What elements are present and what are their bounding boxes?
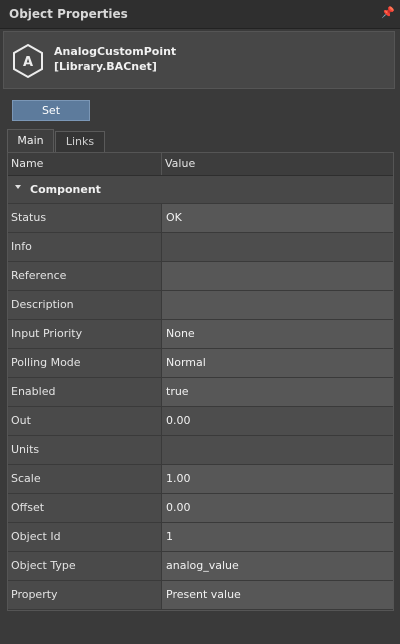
property-row[interactable]: Scale 1.00 — [8, 465, 393, 494]
property-row[interactable]: Status OK — [8, 204, 393, 233]
column-header-value[interactable]: Value — [165, 157, 195, 170]
property-row[interactable]: Input Priority None — [8, 320, 393, 349]
property-name: Units — [8, 436, 161, 464]
property-row[interactable]: Object Id 1 — [8, 523, 393, 552]
property-value[interactable]: true — [161, 378, 393, 406]
panel-titlebar: Object Properties 📌 — [0, 0, 400, 29]
property-name: Description — [8, 291, 161, 319]
property-value[interactable] — [161, 436, 393, 464]
property-name: Out — [8, 407, 161, 435]
property-value[interactable] — [161, 291, 393, 319]
property-name: Polling Mode — [8, 349, 161, 377]
property-value[interactable]: OK — [161, 204, 393, 232]
tab-main[interactable]: Main — [7, 129, 54, 152]
property-value[interactable]: 0.00 — [161, 407, 393, 435]
property-name: Property — [8, 581, 161, 609]
property-name: Offset — [8, 494, 161, 522]
property-value[interactable]: 1.00 — [161, 465, 393, 493]
property-row[interactable]: Offset 0.00 — [8, 494, 393, 523]
property-row[interactable]: Property Present value — [8, 581, 393, 610]
property-row[interactable]: Info — [8, 233, 393, 262]
property-row[interactable]: Object Type analog_value — [8, 552, 393, 581]
property-name: Object Id — [8, 523, 161, 551]
object-name: AnalogCustomPoint [Library.BACnet] — [54, 44, 176, 74]
property-row[interactable]: Units — [8, 436, 393, 465]
property-row[interactable]: Out 0.00 — [8, 407, 393, 436]
property-name: Object Type — [8, 552, 161, 580]
property-value[interactable]: 0.00 — [161, 494, 393, 522]
analog-point-icon-letter: A — [23, 55, 33, 70]
property-name: Enabled — [8, 378, 161, 406]
property-row[interactable]: Enabled true — [8, 378, 393, 407]
property-name: Scale — [8, 465, 161, 493]
property-name: Reference — [8, 262, 161, 290]
tab-links[interactable]: Links — [55, 131, 105, 152]
property-grid: Name Value Component Status OK Info Refer… — [7, 152, 394, 611]
column-divider[interactable] — [161, 153, 162, 175]
property-value[interactable]: Normal — [161, 349, 393, 377]
property-value[interactable]: Present value — [161, 581, 393, 609]
set-button[interactable]: Set — [12, 100, 90, 121]
property-value[interactable] — [161, 262, 393, 290]
property-value[interactable]: analog_value — [161, 552, 393, 580]
property-row[interactable]: Reference — [8, 262, 393, 291]
column-header-name[interactable]: Name — [11, 157, 43, 170]
property-name: Status — [8, 204, 161, 232]
property-row[interactable]: Polling Mode Normal — [8, 349, 393, 378]
group-row-component[interactable]: Component — [8, 176, 393, 204]
property-value[interactable]: 1 — [161, 523, 393, 551]
group-label: Component — [30, 183, 101, 196]
grid-header: Name Value — [8, 153, 393, 176]
property-rows: Status OK Info Reference Description Inpu… — [8, 204, 393, 610]
property-name: Input Priority — [8, 320, 161, 348]
panel-title: Object Properties — [9, 7, 128, 21]
analog-point-icon: A — [13, 43, 43, 79]
property-value[interactable] — [161, 233, 393, 261]
property-row[interactable]: Description — [8, 291, 393, 320]
property-value[interactable]: None — [161, 320, 393, 348]
object-header: A AnalogCustomPoint [Library.BACnet] — [3, 31, 395, 89]
chevron-down-icon[interactable] — [15, 185, 21, 189]
object-name-line2: [Library.BACnet] — [54, 60, 157, 73]
object-name-line1: AnalogCustomPoint — [54, 45, 177, 58]
pin-icon[interactable]: 📌 — [381, 7, 395, 19]
tab-bar: Main Links — [7, 129, 393, 152]
property-name: Info — [8, 233, 161, 261]
